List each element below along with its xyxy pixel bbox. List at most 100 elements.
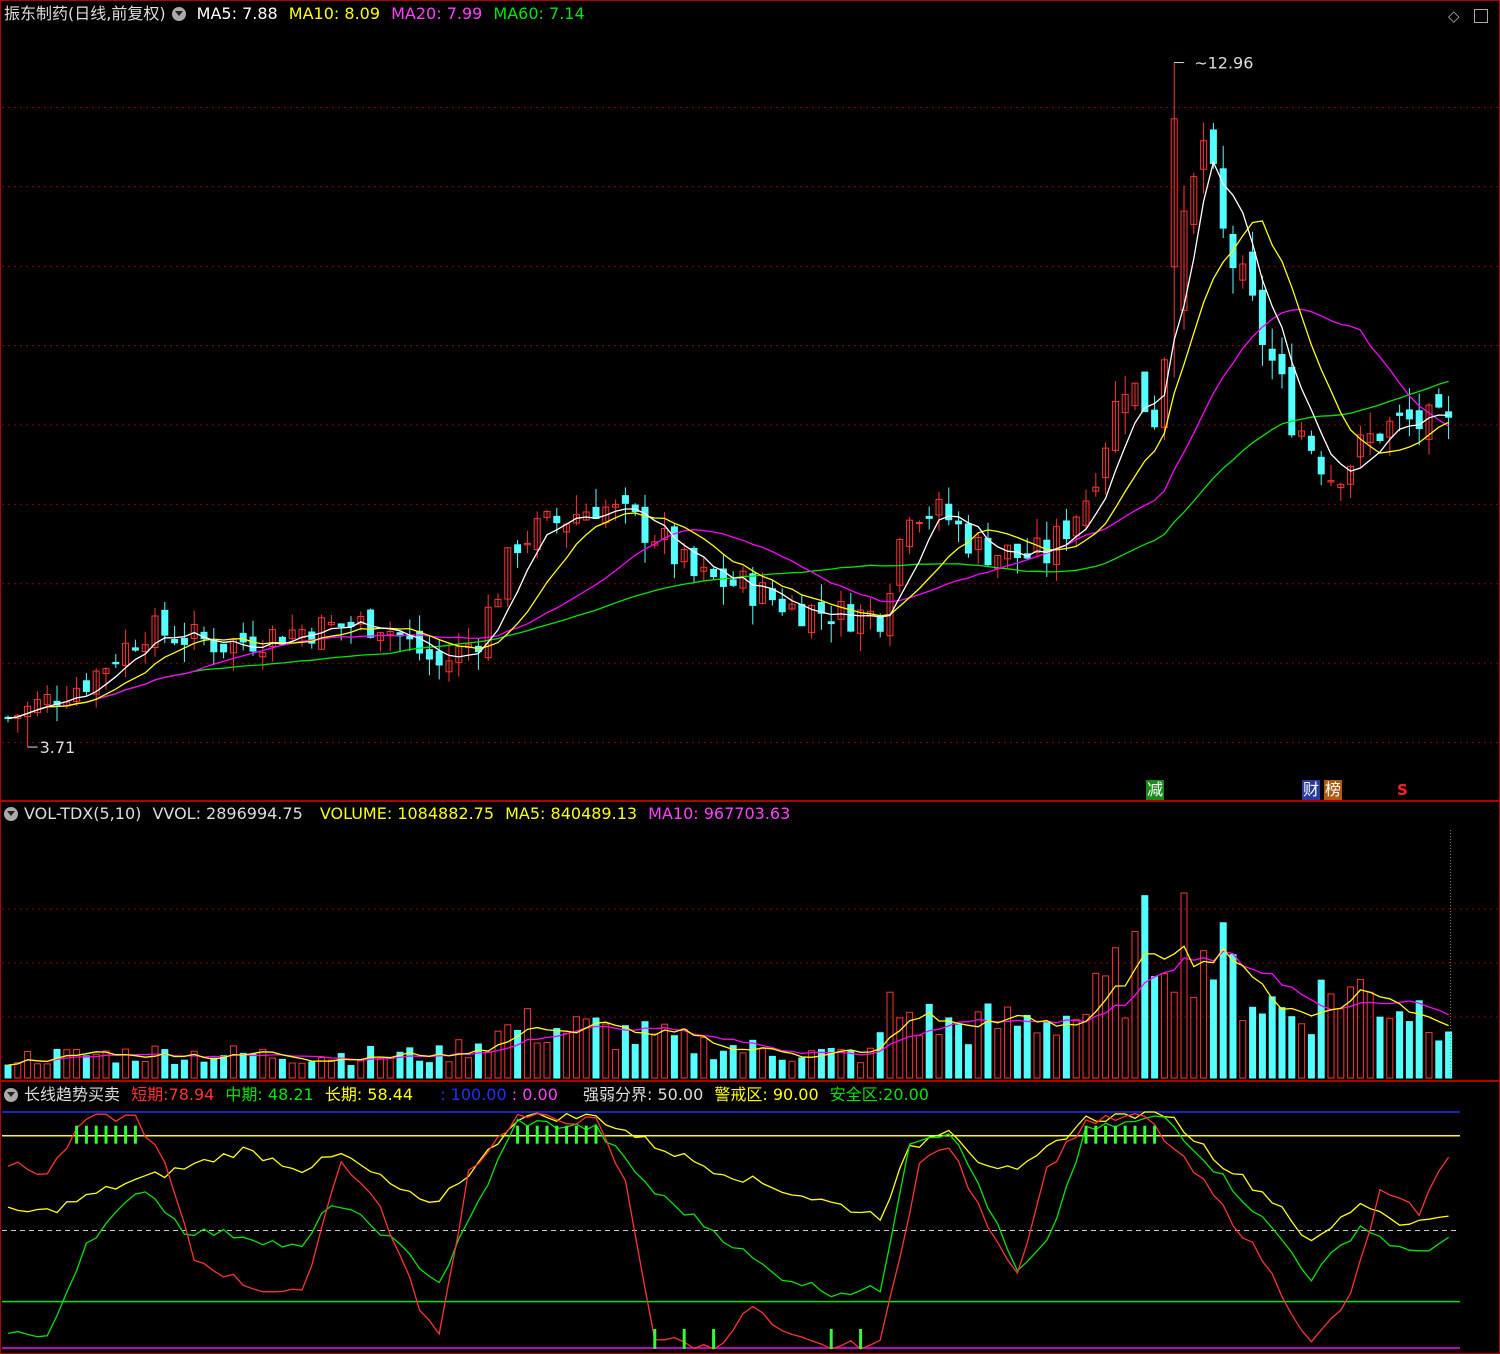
candle-body	[729, 579, 737, 586]
volume-bar	[935, 1033, 943, 1079]
volume-bar	[955, 1024, 963, 1079]
tag-finance[interactable]: 财	[1302, 780, 1321, 800]
volume-bar	[1151, 976, 1159, 1079]
volume-bar	[768, 1055, 776, 1079]
candle-body	[239, 632, 247, 643]
tag-list[interactable]: 榜	[1324, 780, 1343, 800]
volume-bar	[1053, 1034, 1061, 1079]
volume-bar	[259, 1048, 267, 1079]
alert-label: 警戒区: 90.00	[714, 1085, 819, 1104]
volume-bar	[729, 1045, 737, 1079]
volume-bar	[63, 1049, 71, 1079]
volume-bar	[612, 1049, 620, 1079]
candle-body	[367, 609, 375, 638]
volume-bar	[1425, 1031, 1433, 1079]
candle-body	[798, 603, 806, 627]
volume-bar	[82, 1055, 90, 1079]
candle-body	[171, 639, 179, 644]
volume-bar	[494, 1030, 502, 1079]
volume-bar	[1396, 1011, 1404, 1079]
volume-bar	[817, 1049, 825, 1079]
candle-body	[964, 523, 972, 554]
volume-bar	[876, 1032, 884, 1079]
volume-bar	[425, 1062, 433, 1079]
stock-title[interactable]: 振东制药(日线,前复权)	[4, 4, 166, 23]
volume-bar	[1317, 979, 1325, 1079]
candle-body	[1258, 289, 1266, 345]
volume-bar	[141, 1061, 149, 1079]
volume-bar	[474, 1043, 482, 1079]
volume-header: VOL-TDX(5,10) VVOL: 2896994.75 VOLUME: 1…	[0, 802, 796, 826]
volume-ma5-label: MA5: 840489.13	[505, 804, 638, 823]
volume-bar	[984, 1003, 992, 1079]
high-price-label: ~12.96	[1194, 54, 1253, 73]
volume-dropdown-icon[interactable]	[4, 807, 18, 821]
candle-body	[1288, 366, 1296, 436]
volume-bar	[1072, 1018, 1080, 1079]
volume-bar	[367, 1045, 375, 1079]
volume-bar	[847, 1050, 855, 1079]
volume-bar	[465, 1057, 473, 1079]
volume-bar	[1062, 1015, 1070, 1079]
candle-body	[670, 526, 678, 565]
candle-body	[112, 661, 120, 665]
long-label: 长期: 58.44	[324, 1085, 414, 1104]
short-label: 短期:	[131, 1085, 169, 1104]
volume-bar	[24, 1050, 32, 1079]
volume-bar	[798, 1057, 806, 1079]
volume-bar	[386, 1056, 394, 1079]
volume-bar	[896, 1017, 904, 1079]
tag-reduce[interactable]: 减	[1146, 780, 1165, 800]
volume-bar	[122, 1048, 130, 1079]
volume-bar	[73, 1049, 81, 1079]
candle-body	[847, 604, 855, 632]
volume-bar	[1288, 1016, 1296, 1079]
candle-body	[1219, 168, 1227, 229]
mid-term-line	[7, 1115, 1449, 1338]
candle-body	[984, 537, 992, 566]
volume-bar	[739, 1052, 747, 1079]
volume-bar	[210, 1057, 218, 1079]
volume-bar	[484, 1051, 492, 1079]
dropdown-icon[interactable]	[171, 7, 186, 21]
candle-body	[1062, 520, 1070, 540]
volume-bar	[455, 1039, 463, 1079]
candle-body	[82, 680, 90, 692]
volume-bar	[298, 1062, 306, 1079]
candle-body	[592, 506, 600, 519]
volume-bar	[1219, 922, 1227, 1079]
volume-bar	[33, 1063, 41, 1079]
volume-indicator-name[interactable]: VOL-TDX(5,10)	[24, 804, 141, 823]
volume-bar	[690, 1053, 698, 1079]
candle-body	[925, 515, 933, 519]
volume-bar	[1337, 1008, 1345, 1079]
long-term-line	[7, 1111, 1449, 1242]
volume-bar	[759, 1048, 767, 1079]
expand-icon[interactable]	[1474, 4, 1488, 23]
volume-bar	[376, 1057, 384, 1079]
diamond-icon[interactable]: ◇	[1448, 4, 1460, 28]
volume-bar	[788, 1060, 796, 1079]
indicator-name[interactable]: 长线趋势买卖	[24, 1085, 120, 1104]
ma60-label: MA60: 7.14	[493, 4, 585, 23]
volume-bar	[131, 1060, 139, 1079]
short-value: 78.94	[168, 1085, 215, 1104]
volume-bar	[641, 1021, 649, 1079]
tag-s[interactable]: S	[1396, 780, 1409, 800]
candle-body	[710, 568, 718, 578]
volume-bar	[719, 1050, 727, 1079]
volume-bar	[1376, 1016, 1384, 1079]
candle-body	[1376, 433, 1384, 441]
ma20-label: MA20: 7.99	[391, 4, 483, 23]
indicator-dropdown-icon[interactable]	[4, 1088, 18, 1102]
volume-bar	[533, 1042, 541, 1079]
volume-bar	[1415, 1000, 1423, 1079]
candle-body	[514, 544, 522, 554]
volume-bar	[1082, 1013, 1090, 1079]
upper-line-label: : 100.00	[440, 1085, 507, 1104]
candle-body	[180, 637, 188, 645]
volume-bar	[1258, 1013, 1266, 1079]
volume-bar	[710, 1059, 718, 1079]
candle-body	[915, 522, 923, 525]
volume-bar	[1102, 975, 1110, 1079]
